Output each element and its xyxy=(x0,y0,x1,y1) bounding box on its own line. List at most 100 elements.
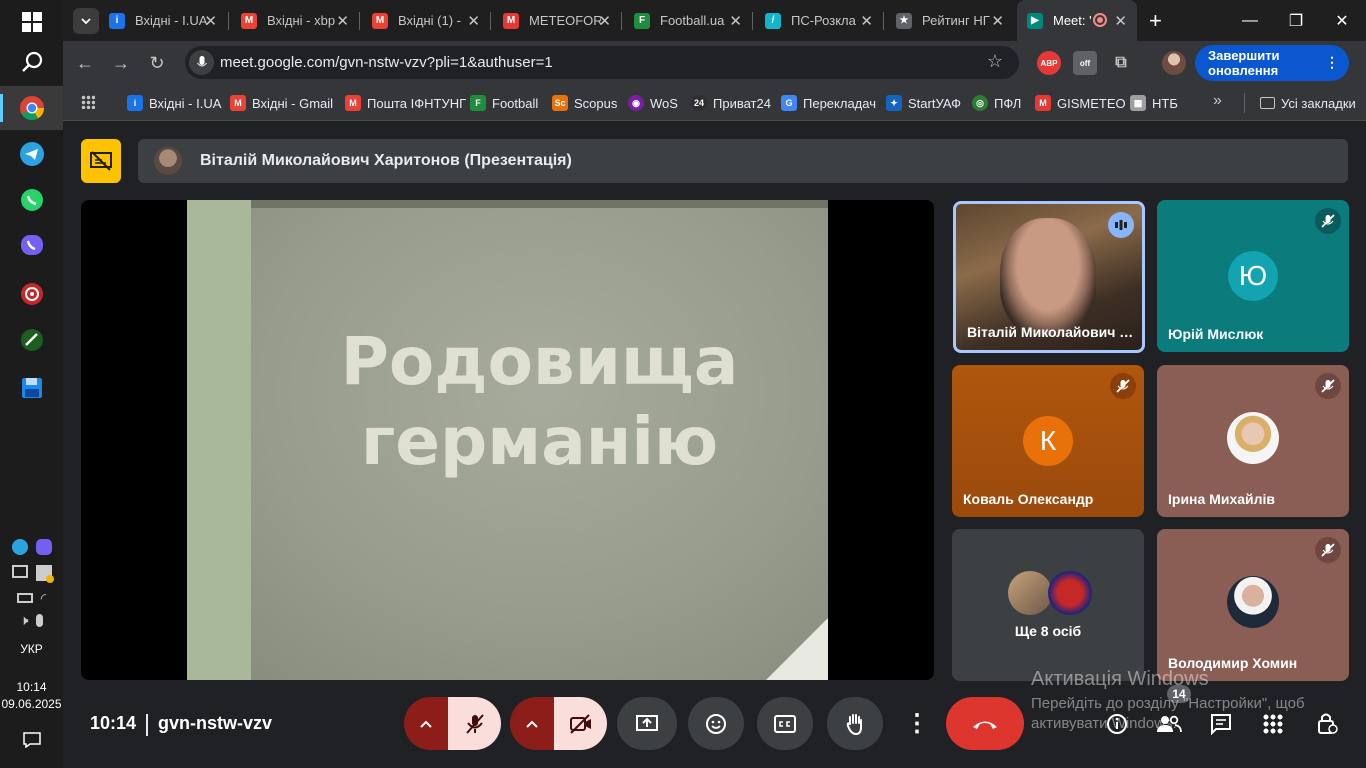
bookmark-football[interactable]: F Football xyxy=(470,92,538,114)
tab-football[interactable]: F Football.ua ✕ xyxy=(624,0,752,41)
windows-start-button[interactable] xyxy=(0,0,63,44)
tab-schedule[interactable]: / ПС-Розкла ✕ xyxy=(755,0,883,41)
wifi-tray-icon[interactable]: ◜ xyxy=(41,590,46,606)
taskbar-app-green[interactable] xyxy=(0,318,63,362)
participant-tile-volodymyr[interactable]: Володимир Хомин xyxy=(1157,529,1349,681)
tab-title: Meet: ' xyxy=(1053,13,1092,28)
forward-button[interactable]: → xyxy=(107,49,135,77)
search-button[interactable] xyxy=(0,40,63,84)
apps-grid-icon[interactable] xyxy=(81,95,95,109)
close-window-button[interactable]: ✕ xyxy=(1319,0,1365,41)
taskbar-app-red[interactable] xyxy=(0,272,63,316)
input-language[interactable]: УКР xyxy=(0,642,63,656)
network-warning-tray-icon[interactable] xyxy=(35,565,54,583)
presentation-stage[interactable]: Родовища германію xyxy=(81,200,934,680)
participant-name: Юрій Мислюк xyxy=(1168,326,1264,342)
close-tab-icon[interactable]: ✕ xyxy=(336,12,349,30)
bookmark-startuaf[interactable]: ✦ StartУАФ xyxy=(886,92,961,114)
translate-icon: G xyxy=(781,95,797,111)
extension-off-icon[interactable]: off xyxy=(1073,51,1097,75)
reactions-button[interactable] xyxy=(688,697,744,750)
close-tab-icon[interactable]: ✕ xyxy=(1114,12,1127,30)
participant-avatar xyxy=(1048,571,1092,615)
battery-tray-icon[interactable] xyxy=(16,593,33,603)
extensions-puzzle-icon[interactable]: ⧉ xyxy=(1109,51,1133,75)
taskbar-app-save[interactable] xyxy=(0,366,63,410)
taskbar-whatsapp[interactable] xyxy=(0,178,63,222)
tab-rating[interactable]: ★ Рейтинг НГ ✕ xyxy=(886,0,1014,41)
close-tab-icon[interactable]: ✕ xyxy=(991,12,1004,30)
participant-tile-presenter[interactable]: Віталій Миколайович Х... xyxy=(953,201,1145,353)
close-tab-icon[interactable]: ✕ xyxy=(598,12,611,30)
bookmark-scopus[interactable]: Sc Scopus xyxy=(552,92,617,114)
presentation-off-button[interactable] xyxy=(81,139,121,183)
viber-tray-icon[interactable] xyxy=(35,539,52,555)
all-bookmarks[interactable]: Усі закладки xyxy=(1260,92,1356,114)
more-bookmarks-icon[interactable]: » xyxy=(1213,92,1222,110)
gmail-icon: M xyxy=(230,95,246,111)
participant-tile-koval[interactable]: К Коваль Олександр xyxy=(952,365,1144,517)
tab-gmail-1[interactable]: M Вхідні - xbp ✕ xyxy=(231,0,359,41)
taskbar-telegram[interactable] xyxy=(0,132,63,176)
tab-title: Вхідні - I.UA xyxy=(135,13,207,28)
update-button[interactable]: Завершити оновлення ⋮ xyxy=(1195,45,1349,81)
bookmark-pfl[interactable]: ◎ ПФЛ xyxy=(972,92,1021,114)
speedometer-icon xyxy=(20,329,43,351)
bookmark-label: Football xyxy=(492,95,539,111)
site-info-icon[interactable] xyxy=(189,50,214,75)
bookmark-gmail[interactable]: M Вхідні - Gmail xyxy=(230,92,333,114)
bookmark-mail-ifntung[interactable]: M Пошта ІФНТУНГ xyxy=(345,92,466,114)
windows-logo-icon xyxy=(21,12,42,32)
bookmark-star-icon[interactable]: ☆ xyxy=(987,51,1003,72)
participant-tile-iryna[interactable]: Ірина Михайлів xyxy=(1157,365,1349,517)
more-options-button[interactable]: ⋮ xyxy=(897,697,937,750)
tab-search-button[interactable] xyxy=(73,8,99,34)
profile-avatar[interactable] xyxy=(1162,51,1186,75)
bookmark-label: StartУАФ xyxy=(908,95,961,111)
tab-iua[interactable]: i Вхідні - I.UA ✕ xyxy=(99,0,227,41)
meteofor-icon: M xyxy=(503,12,519,29)
tab-meet[interactable]: ▶ Meet: ' ✕ xyxy=(1017,0,1137,41)
minimize-button[interactable]: — xyxy=(1227,0,1273,41)
video-options-button[interactable] xyxy=(510,697,554,750)
address-bar[interactable]: meet.google.com/gvn-nstw-vzv?pli=1&authu… xyxy=(185,46,1019,79)
tab-gmail-2[interactable]: M Вхідні (1) - ✕ xyxy=(362,0,490,41)
restore-button[interactable]: ❐ xyxy=(1273,0,1319,41)
taskbar-viber[interactable] xyxy=(0,224,63,268)
all-bookmarks-label: Усі закладки xyxy=(1281,95,1356,111)
reload-button[interactable]: ↻ xyxy=(143,49,171,77)
bookmark-wos[interactable]: ◉ WoS xyxy=(628,92,678,114)
bookmark-translator[interactable]: G Перекладач xyxy=(781,92,876,114)
volume-tray-icon[interactable]: 🕨 xyxy=(20,612,29,629)
taskbar-clock-time[interactable]: 10:14 xyxy=(0,680,63,694)
close-tab-icon[interactable]: ✕ xyxy=(729,12,742,30)
display-tray-icon[interactable] xyxy=(11,565,28,578)
adblock-extension-icon[interactable]: ABP xyxy=(1037,51,1061,75)
new-tab-button[interactable]: + xyxy=(1149,8,1162,34)
audio-options-button[interactable] xyxy=(404,697,448,750)
close-tab-icon[interactable]: ✕ xyxy=(467,12,480,30)
raise-hand-button[interactable] xyxy=(827,697,883,750)
notifications-button[interactable] xyxy=(0,718,63,762)
bookmark-iua[interactable]: i Вхідні - I.UA xyxy=(127,92,221,114)
close-tab-icon[interactable]: ✕ xyxy=(860,12,873,30)
telegram-tray-icon[interactable] xyxy=(11,539,28,555)
slide-title-line-2: германію xyxy=(360,403,719,480)
bookmark-ntb[interactable]: ▦ НТБ xyxy=(1130,92,1178,114)
bookmark-privat24[interactable]: 24 Приват24 xyxy=(691,92,771,114)
emoji-icon xyxy=(706,713,726,734)
taskbar-clock-date[interactable]: 09.06.2025 xyxy=(0,697,63,711)
microphone-toggle-button[interactable] xyxy=(448,697,501,750)
taskbar-chrome[interactable] xyxy=(0,86,63,130)
back-button[interactable]: ← xyxy=(71,49,99,77)
tab-meteofor[interactable]: M METEOFOR ✕ xyxy=(493,0,621,41)
participant-tile-more[interactable]: Ще 8 осіб xyxy=(952,529,1144,681)
close-tab-icon[interactable]: ✕ xyxy=(204,12,217,30)
participant-tile-yurii[interactable]: Ю Юрій Мислюк xyxy=(1157,200,1349,352)
leave-call-button[interactable] xyxy=(946,697,1024,750)
present-screen-button[interactable] xyxy=(617,697,677,750)
microphone-tray-icon[interactable] xyxy=(36,614,44,627)
captions-button[interactable] xyxy=(757,697,813,750)
camera-toggle-button[interactable] xyxy=(554,697,607,750)
bookmark-gismeteo[interactable]: M GISMETEO xyxy=(1035,92,1126,114)
